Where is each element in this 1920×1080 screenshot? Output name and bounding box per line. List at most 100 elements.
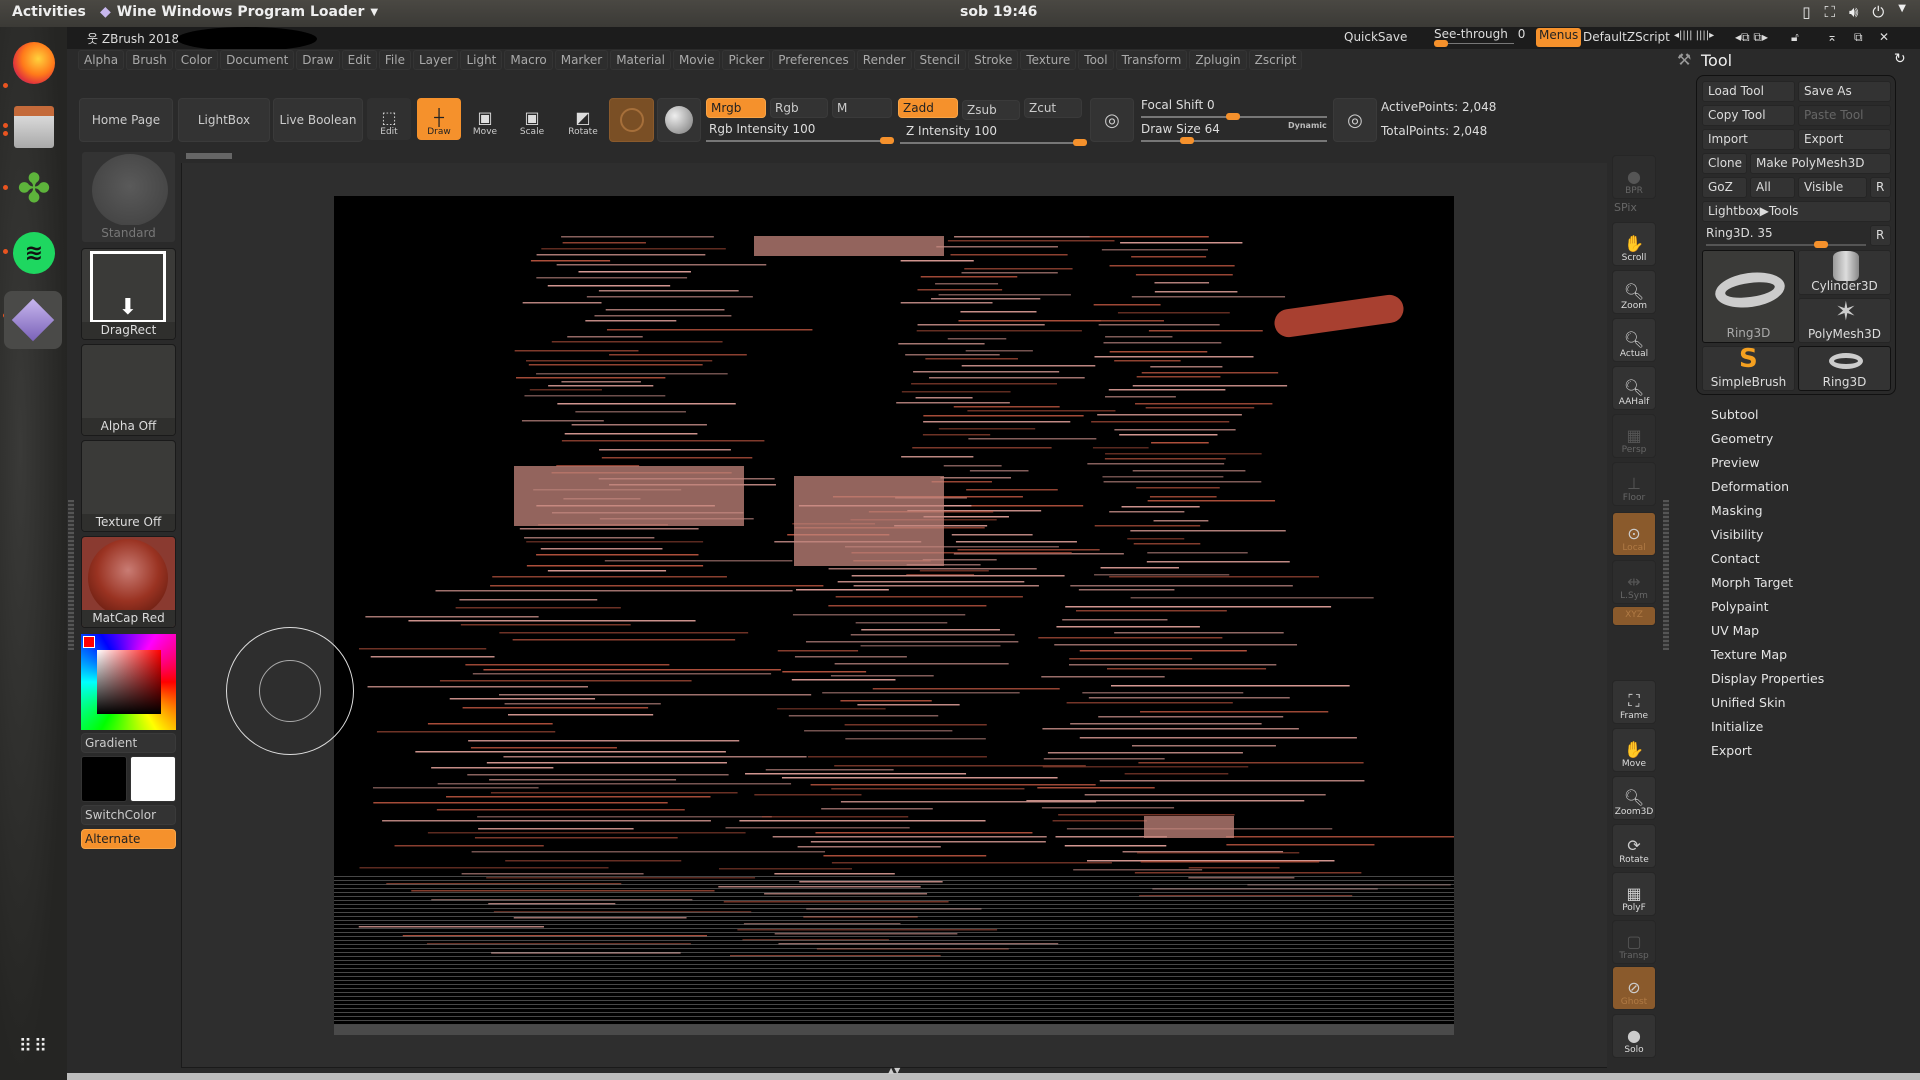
activities-button[interactable]: Activities <box>12 4 86 20</box>
bottom-tray-arrow-icon[interactable]: ▲▼ <box>888 1066 900 1075</box>
rotate-button[interactable]: ◩ Rotate <box>561 98 605 140</box>
subpalette-export[interactable]: Export <box>1711 743 1752 758</box>
menu-file[interactable]: File <box>378 50 411 70</box>
restore-icon[interactable]: ⧉ <box>1854 30 1863 45</box>
see-through-slider[interactable]: See-through 0 <box>1434 27 1525 47</box>
shelf-floor-button[interactable]: ⊥ Floor <box>1612 462 1656 506</box>
goz-visible-button[interactable]: Visible <box>1798 177 1867 198</box>
quicksave-button[interactable]: QuickSave <box>1344 30 1407 44</box>
menu-preferences[interactable]: Preferences <box>772 50 855 70</box>
dock-files[interactable] <box>10 103 58 151</box>
stroke-thumbnail[interactable]: ⬇ DragRect <box>81 248 176 340</box>
lock-icon[interactable]: 🔓︎ <box>1791 30 1799 45</box>
subpalette-preview[interactable]: Preview <box>1711 455 1760 470</box>
menu-alpha[interactable]: Alpha <box>78 50 125 70</box>
subpalette-display-properties[interactable]: Display Properties <box>1711 671 1824 686</box>
shelf-frame-button[interactable]: ⛶ Frame <box>1612 680 1656 724</box>
z-intensity-slider[interactable]: Z Intensity 100 <box>906 124 997 138</box>
menu-marker[interactable]: Marker <box>554 50 609 70</box>
primary-color-swatch[interactable] <box>81 756 127 802</box>
alternate-button[interactable]: Alternate <box>81 829 176 849</box>
menu-edit[interactable]: Edit <box>341 50 377 70</box>
live-boolean-button[interactable]: Live Boolean <box>273 98 363 142</box>
focal-shift-knob[interactable] <box>1226 113 1240 120</box>
copy-tool-button[interactable]: Copy Tool <box>1702 105 1795 126</box>
menu-layer[interactable]: Layer <box>412 50 459 70</box>
subpalette-contact[interactable]: Contact <box>1711 551 1760 566</box>
shelf-local-button[interactable]: ⊙ Local <box>1612 512 1656 556</box>
system-tray[interactable]: ▯ ⛶ 🔊︎ ⏻ ▼ <box>1802 3 1906 21</box>
menu-material[interactable]: Material <box>610 50 671 70</box>
shrink-ui-icon[interactable]: ◂|||| ||||▸ <box>1674 30 1714 41</box>
scale-button[interactable]: ▣ Scale <box>510 98 554 140</box>
left-shelf-collapse-handle[interactable] <box>68 500 74 650</box>
color-picker[interactable] <box>81 634 176 730</box>
menu-light[interactable]: Light <box>460 50 503 70</box>
menu-picker[interactable]: Picker <box>722 50 771 70</box>
lightbox-button[interactable]: LightBox <box>178 98 270 142</box>
show-applications-button[interactable]: ⠿⠿ <box>10 1023 58 1071</box>
m-button[interactable]: M <box>832 98 892 118</box>
shelf-persp-button[interactable]: ▦ Persp <box>1612 414 1656 458</box>
dock-playonlinux[interactable]: ✤ <box>10 165 58 213</box>
rgb-intensity-knob[interactable] <box>880 137 894 144</box>
switch-color-button[interactable]: SwitchColor <box>81 805 176 825</box>
draw-size-knob[interactable] <box>1180 137 1194 144</box>
edit-button[interactable]: ⬚ Edit <box>367 98 411 140</box>
tool-tile-ring3d-small[interactable]: Ring3D <box>1798 346 1891 391</box>
subpalette-geometry[interactable]: Geometry <box>1711 431 1773 446</box>
brush-thumbnail[interactable]: Standard <box>81 151 176 243</box>
tool-tile-ring3d[interactable]: Ring3D <box>1702 250 1795 343</box>
dock-firefox[interactable] <box>10 39 58 87</box>
shelf-solo-button[interactable]: ● Solo <box>1612 1014 1656 1058</box>
mrgb-button[interactable]: Mrgb <box>706 98 766 118</box>
slider-knob[interactable] <box>1434 40 1448 47</box>
subpalette-masking[interactable]: Masking <box>1711 503 1763 518</box>
zsub-button[interactable]: Zsub <box>962 100 1020 120</box>
menus-toggle[interactable]: Menus <box>1536 28 1582 47</box>
shelf-lsym-button[interactable]: ⇹ L.Sym <box>1612 560 1656 604</box>
zadd-button[interactable]: Zadd <box>898 98 958 118</box>
shelf-zoom3d-button[interactable]: 🔍︎ Zoom3D <box>1612 776 1656 820</box>
symmetry-s-button[interactable]: ◎ <box>1090 98 1134 142</box>
menu-draw[interactable]: Draw <box>296 50 340 70</box>
goz-button[interactable]: GoZ <box>1702 177 1747 198</box>
goz-r-button[interactable]: R <box>1870 177 1891 198</box>
shelf-transp-button[interactable]: ▢ Transp <box>1612 920 1656 964</box>
shelf-actual-button[interactable]: 🔍︎ Actual <box>1612 318 1656 362</box>
menu-movie[interactable]: Movie <box>672 50 721 70</box>
subpalette-visibility[interactable]: Visibility <box>1711 527 1763 542</box>
goz-all-button[interactable]: All <box>1750 177 1795 198</box>
menu-stroke[interactable]: Stroke <box>968 50 1019 70</box>
alpha-thumbnail[interactable]: Alpha Off <box>81 344 176 436</box>
subpalette-unified-skin[interactable]: Unified Skin <box>1711 695 1786 710</box>
export-button[interactable]: Export <box>1798 129 1891 150</box>
menu-brush[interactable]: Brush <box>126 50 173 70</box>
current-tool-slider[interactable]: Ring3D. 35 <box>1706 226 1773 240</box>
menu-transform[interactable]: Transform <box>1115 50 1188 70</box>
texture-thumbnail[interactable]: Texture Off <box>81 440 176 532</box>
subpalette-initialize[interactable]: Initialize <box>1711 719 1763 734</box>
material-thumbnail[interactable]: MatCap Red Wax <box>81 536 176 628</box>
right-shelf-collapse-handle[interactable] <box>1663 500 1669 650</box>
import-button[interactable]: Import <box>1702 129 1795 150</box>
focal-shift-slider[interactable]: Focal Shift 0 <box>1141 98 1215 112</box>
subpalette-texture-map[interactable]: Texture Map <box>1711 647 1787 662</box>
current-tool-r-button[interactable]: R <box>1870 225 1891 246</box>
home-page-button[interactable]: Home Page <box>79 98 173 142</box>
bpr-button[interactable]: ● BPR <box>1612 155 1656 199</box>
tool-tile-simplebrush[interactable]: S SimpleBrush <box>1702 344 1795 391</box>
subpalette-uv-map[interactable]: UV Map <box>1711 623 1759 638</box>
menu-stencil[interactable]: Stencil <box>913 50 967 70</box>
shelf-xyz-button[interactable]: XYZ <box>1612 606 1656 626</box>
app-menu[interactable]: ◆ Wine Windows Program Loader ▼ <box>100 4 378 20</box>
menu-render[interactable]: Render <box>856 50 912 70</box>
palette-refresh-icon[interactable]: ↻ <box>1894 51 1906 67</box>
draw-button[interactable]: ┼ Draw <box>417 98 461 140</box>
default-zscript-button[interactable]: DefaultZScript <box>1583 30 1670 44</box>
subpalette-deformation[interactable]: Deformation <box>1711 479 1789 494</box>
menu-macro[interactable]: Macro <box>504 50 553 70</box>
close-icon[interactable]: ✕ <box>1879 30 1889 44</box>
menu-tool[interactable]: Tool <box>1078 50 1114 70</box>
layout-icon[interactable]: ◂⧉ ⧉▸ <box>1735 30 1768 45</box>
